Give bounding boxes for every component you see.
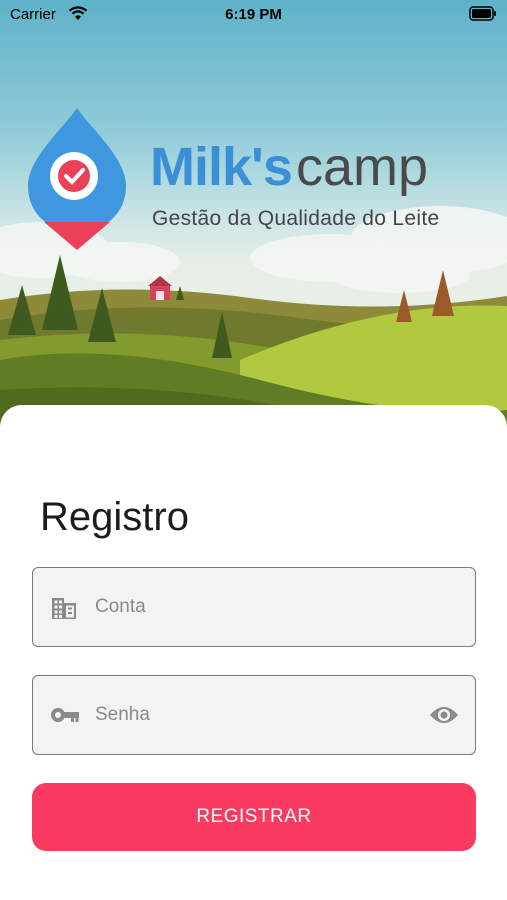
milk-drop-logo xyxy=(28,108,126,250)
account-field[interactable] xyxy=(32,567,476,647)
password-field[interactable] xyxy=(32,675,476,755)
brand-name-bold: Milk's xyxy=(150,137,293,197)
brand-name-light: camp xyxy=(296,137,429,197)
battery-icon xyxy=(469,6,496,21)
clock: 6:19 PM xyxy=(225,6,282,23)
account-input[interactable] xyxy=(95,568,415,646)
register-button[interactable]: REGISTRAR xyxy=(32,783,476,851)
header-banner: Carrier 6:19 PM Milk's camp Gestão da Qu… xyxy=(0,0,507,430)
page-title: Registro xyxy=(40,495,189,539)
eye-icon[interactable] xyxy=(429,705,459,725)
password-input[interactable] xyxy=(95,676,415,754)
key-icon xyxy=(51,708,79,722)
status-bar: Carrier 6:19 PM xyxy=(0,0,507,30)
building-icon xyxy=(52,598,76,619)
brand-tagline: Gestão da Qualidade do Leite xyxy=(152,207,440,230)
